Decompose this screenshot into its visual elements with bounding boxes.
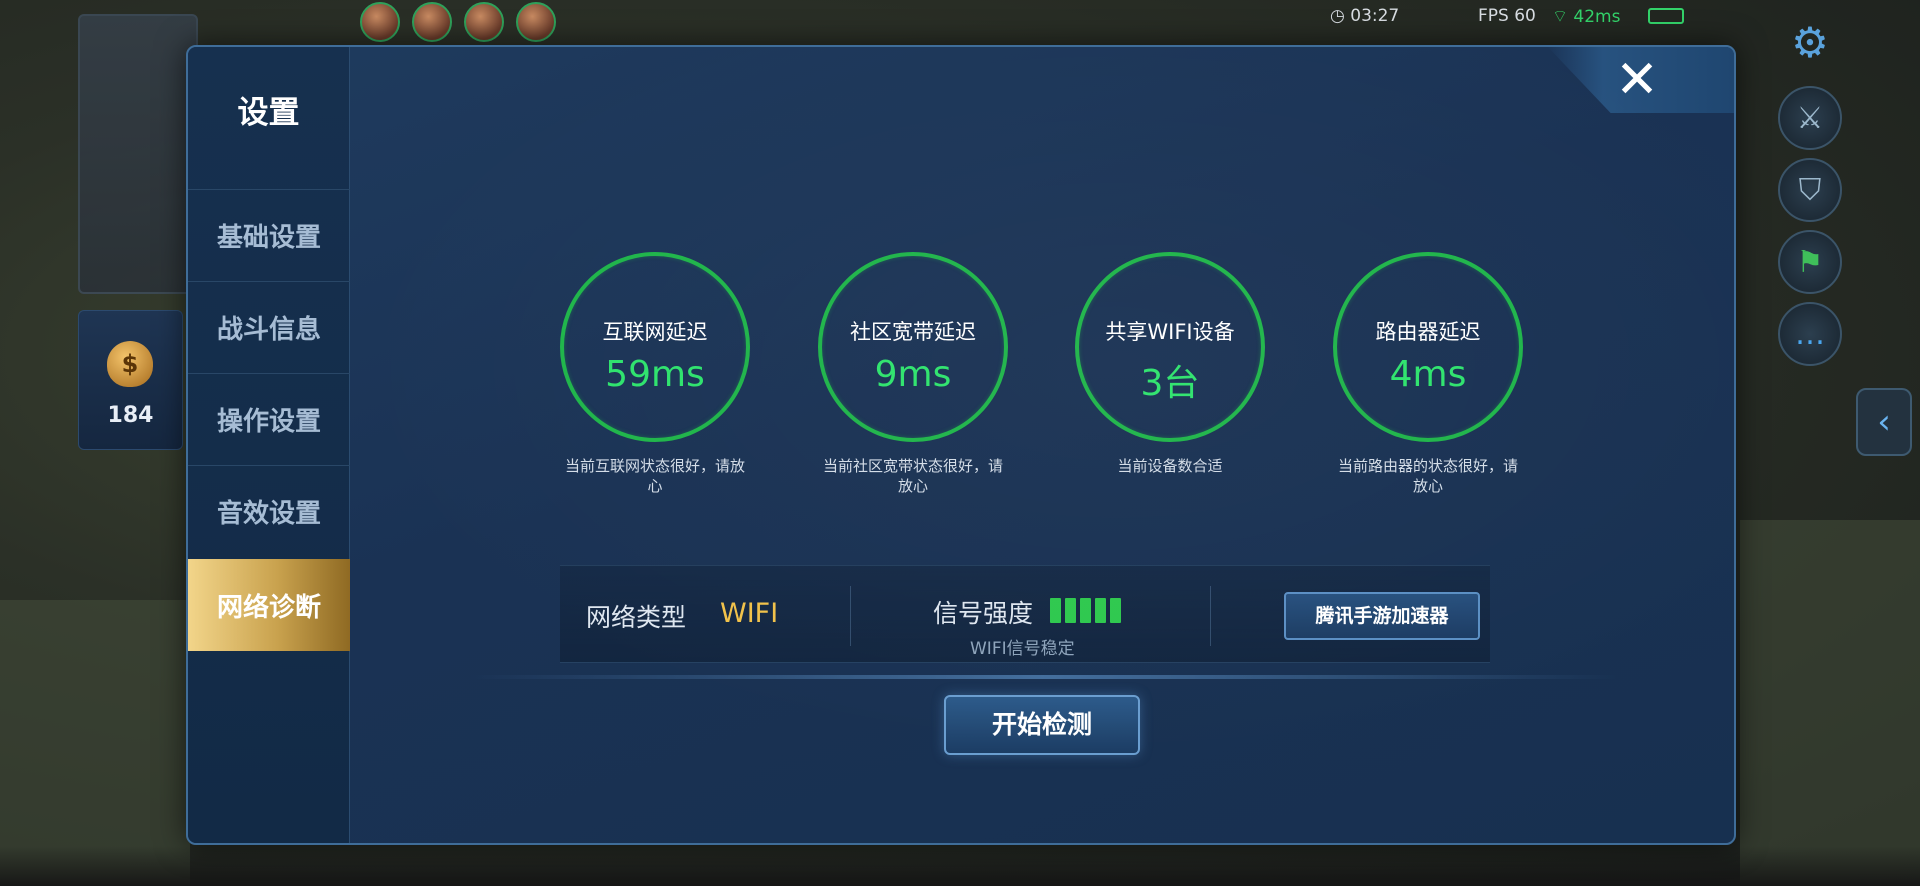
settings-title: 设置 [237, 95, 300, 131]
metric-broadband-latency: 社区宽带延迟 9ms 当前社区宽带状态很好，请放心 [818, 252, 1008, 496]
signal-bar [1110, 598, 1121, 623]
divider [850, 586, 851, 646]
close-icon[interactable]: ✕ [1612, 54, 1662, 106]
chat-icon[interactable]: … [1778, 302, 1842, 366]
metric-description: 当前设备数合适 [1117, 457, 1223, 475]
money-bag-icon: $ [107, 341, 153, 387]
metric-label: 社区宽带延迟 [850, 320, 976, 344]
metric-description: 当前路由器的状态很好，请放心 [1337, 457, 1518, 495]
gear-icon[interactable]: ⚙ [1778, 10, 1842, 74]
ping-value: 42ms [1573, 7, 1621, 27]
metric-label: 路由器延迟 [1375, 320, 1481, 344]
network-type-value: WIFI [720, 598, 779, 629]
flag-icon[interactable]: ⚑ [1778, 230, 1842, 294]
sidebar-item-basic[interactable]: 基础设置 [188, 189, 350, 281]
metric-label: 互联网延迟 [602, 320, 708, 344]
sidebar-item-audio[interactable]: 音效设置 [188, 465, 350, 557]
wifi-icon: ⌔ [1552, 7, 1574, 27]
battery-icon [1648, 8, 1684, 24]
settings-sidebar: 设置 基础设置 战斗信息 操作设置 音效设置 网络诊断 [188, 47, 350, 843]
gold-count: 184 [107, 403, 154, 428]
ping-readout: ⌔ 42ms [1552, 6, 1620, 27]
metric-internet-latency: 互联网延迟 59ms 当前互联网状态很好，请放心 [560, 252, 750, 496]
hero-portrait [412, 2, 452, 42]
signal-bar [1095, 598, 1106, 623]
status-ring: 共享WIFI设备 3台 [1075, 252, 1265, 442]
network-info-bar: 网络类型 WIFI 信号强度 WIFI信号稳定 腾讯手游加速器 [560, 565, 1490, 663]
signal-status-note: WIFI信号稳定 [970, 639, 1075, 659]
sidebar-item-controls[interactable]: 操作设置 [188, 373, 350, 465]
metric-value: 3台 [1140, 363, 1200, 404]
match-timer: ◷ 03:27 [1330, 6, 1399, 26]
metric-value: 9ms [874, 354, 952, 395]
metric-description: 当前社区宽带状态很好，请放心 [822, 457, 1003, 495]
divider [1210, 586, 1211, 646]
signal-bar [1065, 598, 1076, 623]
collapse-chevron-icon[interactable]: ‹ [1856, 388, 1912, 456]
match-time: 03:27 [1350, 6, 1400, 26]
signal-bar [1050, 598, 1061, 623]
status-ring: 社区宽带延迟 9ms [818, 252, 1008, 442]
status-ring: 路由器延迟 4ms [1333, 252, 1523, 442]
fps-readout: FPS 60 [1478, 6, 1536, 26]
hero-portraits [360, 2, 556, 42]
metric-router-latency: 路由器延迟 4ms 当前路由器的状态很好，请放心 [1333, 252, 1523, 496]
hero-portrait [516, 2, 556, 42]
metric-shared-wifi-devices: 共享WIFI设备 3台 当前设备数合适 [1075, 252, 1265, 476]
network-type-label: 网络类型 [586, 603, 687, 632]
settings-dialog: 设置 基础设置 战斗信息 操作设置 音效设置 网络诊断 ✕ 互联网延迟 59ms… [186, 45, 1736, 845]
signal-strength-bars [1050, 598, 1121, 623]
button-glow-line [468, 675, 1618, 679]
metric-value: 4ms [1389, 354, 1467, 395]
sidebar-item-battle-info[interactable]: 战斗信息 [188, 281, 350, 373]
minimap[interactable] [78, 14, 198, 294]
start-test-button[interactable]: 开始检测 [944, 695, 1140, 755]
signal-strength-label: 信号强度 [933, 599, 1034, 628]
gold-panel[interactable]: $ 184 [78, 310, 183, 450]
background-terrain [0, 600, 190, 886]
accelerator-button[interactable]: 腾讯手游加速器 [1284, 592, 1480, 640]
signal-bar [1080, 598, 1091, 623]
sidebar-item-network-diagnosis[interactable]: 网络诊断 [188, 559, 350, 651]
hero-portrait [464, 2, 504, 42]
status-ring: 互联网延迟 59ms [560, 252, 750, 442]
right-hud: ⚙ ⚔ ⛉ ⚑ … [1760, 0, 1860, 886]
bottom-hud [0, 846, 1920, 886]
sword-icon[interactable]: ⚔ [1778, 86, 1842, 150]
clock-icon: ◷ [1330, 6, 1351, 26]
shield-icon[interactable]: ⛉ [1778, 158, 1842, 222]
hero-portrait [360, 2, 400, 42]
metric-value: 59ms [605, 354, 705, 395]
metric-label: 共享WIFI设备 [1105, 320, 1235, 344]
metric-description: 当前互联网状态很好，请放心 [564, 457, 745, 495]
